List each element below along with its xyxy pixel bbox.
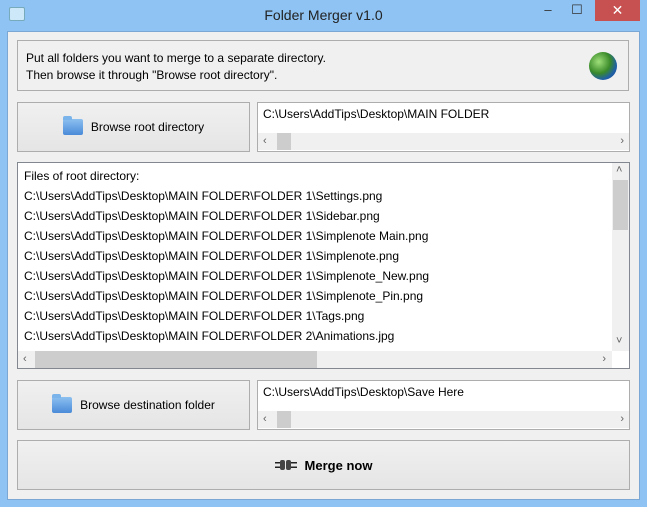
list-item[interactable]: C:\Users\AddTips\Desktop\MAIN FOLDER\FOL… <box>24 326 394 346</box>
list-item[interactable]: C:\Users\AddTips\Desktop\MAIN FOLDER\FOL… <box>24 186 382 206</box>
list-item[interactable]: C:\Users\AddTips\Desktop\MAIN FOLDER\FOL… <box>24 226 428 246</box>
root-path-hscrollbar[interactable]: ‹ › <box>258 133 629 150</box>
scroll-right-icon[interactable]: › <box>620 413 624 425</box>
destination-path-hscrollbar[interactable]: ‹ › <box>258 411 629 428</box>
folder-icon <box>52 394 73 413</box>
scroll-thumb[interactable] <box>613 180 628 230</box>
scroll-right-icon[interactable]: › <box>620 135 624 147</box>
list-item[interactable]: C:\Users\AddTips\Desktop\MAIN FOLDER\FOL… <box>24 206 380 226</box>
title-bar: Folder Merger v1.0 ‒ ☐ ✕ <box>0 0 647 31</box>
destination-path-text: C:\Users\AddTips\Desktop\Save Here <box>263 385 464 399</box>
files-hscrollbar[interactable]: ‹ › <box>18 351 612 368</box>
plug-connect-icon <box>274 460 297 470</box>
info-line-1: Put all folders you want to merge to a s… <box>26 51 326 65</box>
scroll-left-icon[interactable]: ‹ <box>263 135 267 147</box>
merge-now-label: Merge now <box>304 457 373 473</box>
globe-icon <box>589 52 617 80</box>
info-panel: Put all folders you want to merge to a s… <box>17 40 629 91</box>
browse-destination-label: Browse destination folder <box>80 398 215 412</box>
info-line-2: Then browse it through "Browse root dire… <box>26 68 278 82</box>
files-list[interactable]: Files of root directory: C:\Users\AddTip… <box>17 162 630 369</box>
list-item[interactable]: C:\Users\AddTips\Desktop\MAIN FOLDER\FOL… <box>24 246 399 266</box>
browse-destination-button[interactable]: Browse destination folder <box>17 380 250 430</box>
scroll-thumb[interactable] <box>277 133 291 150</box>
scroll-thumb[interactable] <box>277 411 291 428</box>
list-item[interactable]: C:\Users\AddTips\Desktop\MAIN FOLDER\FOL… <box>24 306 364 326</box>
scroll-down-icon[interactable]: ˅ <box>616 335 622 347</box>
files-list-header: Files of root directory: <box>24 169 140 183</box>
destination-path-field[interactable]: C:\Users\AddTips\Desktop\Save Here ‹ › <box>257 380 630 430</box>
list-item[interactable]: C:\Users\AddTips\Desktop\MAIN FOLDER\FOL… <box>24 286 423 306</box>
browse-root-label: Browse root directory <box>90 120 205 134</box>
scroll-right-icon[interactable]: › <box>602 353 606 365</box>
browse-root-button[interactable]: Browse root directory <box>17 102 250 152</box>
minimize-button[interactable]: ‒ <box>535 0 561 21</box>
scroll-thumb[interactable] <box>35 351 317 368</box>
root-path-field[interactable]: C:\Users\AddTips\Desktop\MAIN FOLDER ‹ › <box>257 102 630 152</box>
maximize-button[interactable]: ☐ <box>563 0 591 21</box>
close-button[interactable]: ✕ <box>595 0 640 21</box>
files-vscrollbar[interactable]: ˄ ˅ <box>612 163 629 351</box>
root-path-text: C:\Users\AddTips\Desktop\MAIN FOLDER <box>263 107 490 121</box>
scroll-left-icon[interactable]: ‹ <box>23 353 27 365</box>
scroll-left-icon[interactable]: ‹ <box>263 413 267 425</box>
scroll-up-icon[interactable]: ˄ <box>616 164 622 176</box>
folder-icon <box>62 116 83 135</box>
list-item[interactable]: C:\Users\AddTips\Desktop\MAIN FOLDER\FOL… <box>24 266 429 286</box>
merge-now-button[interactable]: Merge now <box>17 440 630 490</box>
